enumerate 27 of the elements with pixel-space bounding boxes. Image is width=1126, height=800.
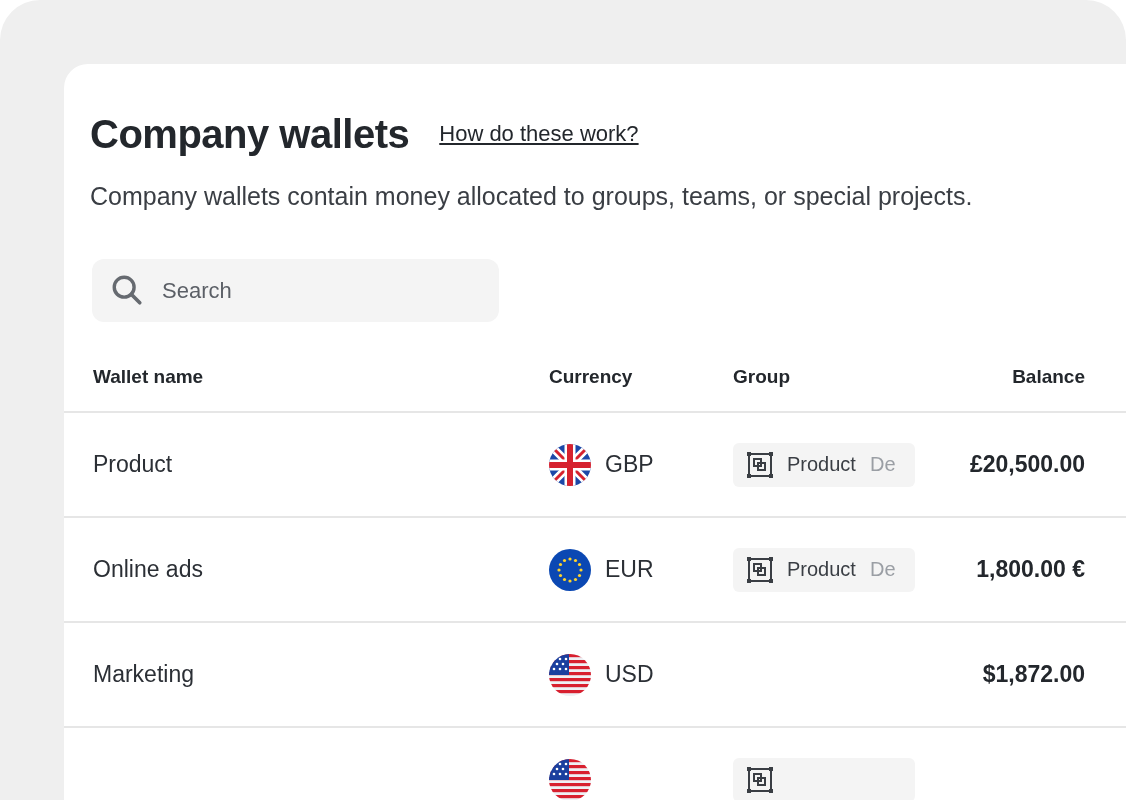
balance: 1,800.00 € [976,556,1085,582]
column-header: Balance [1012,365,1085,388]
group-name: Product [787,453,856,476]
column-header: Group [733,365,791,388]
wallet-name: Product [93,451,173,477]
us-flag-icon [549,653,591,696]
column-header: Wallet name [93,365,205,388]
eu-flag-icon [549,548,591,591]
group-icon [747,556,773,583]
description: Company wallets contain money allocated to groups, teams, or special projects. [90,182,974,211]
group-name: Product [787,558,856,581]
wallet-name: Online ads [93,556,203,582]
page-title: Company wallets [90,111,410,158]
currency-code: EUR [605,556,654,583]
group-icon [747,766,773,793]
group-type: De [869,453,896,476]
group-icon [747,451,773,478]
help-link[interactable]: How do these work? [439,121,639,147]
currency-code: USD [605,661,654,688]
uk-flag-icon [549,443,591,486]
wallet-name: Marketing [93,661,194,687]
currency-code: GBP [605,451,654,478]
column-header: Currency [549,365,634,388]
balance: $1,872.00 [982,661,1085,687]
search-field[interactable]: Search [92,259,499,322]
balance: £20,500.00 [969,451,1085,477]
group-type: De [869,558,896,581]
